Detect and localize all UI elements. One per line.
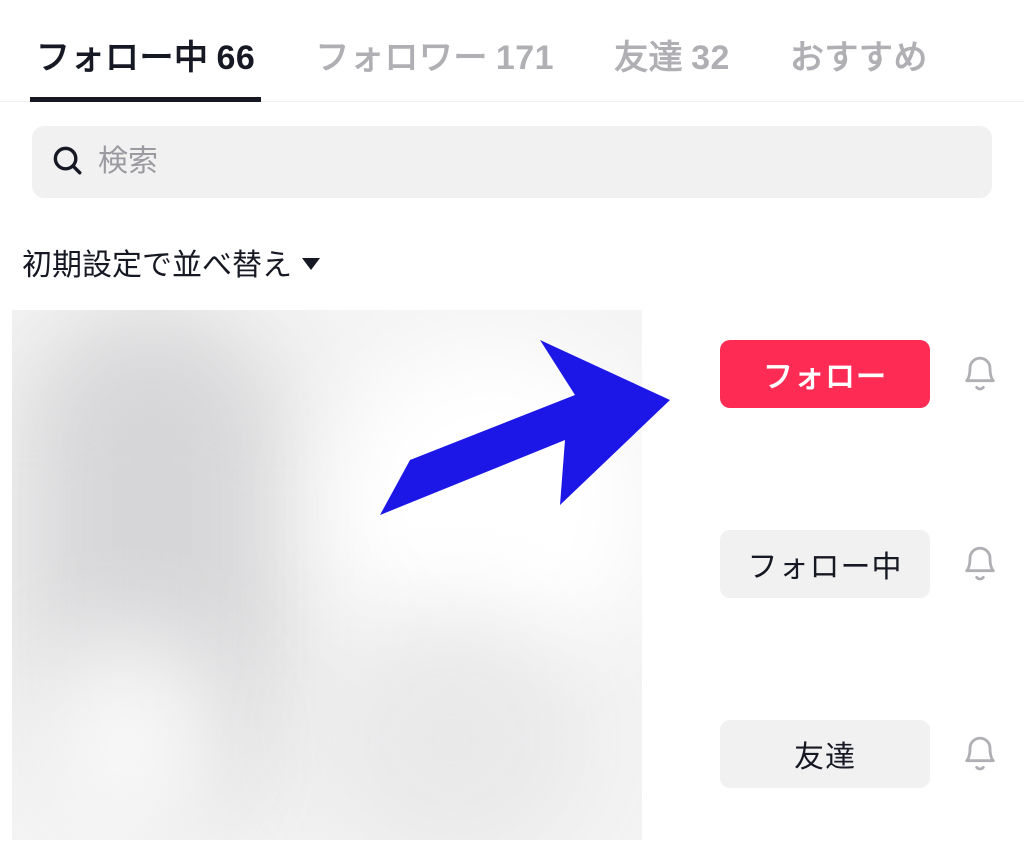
search-input[interactable] — [98, 145, 974, 179]
list-item: フォロー中 — [672, 530, 1000, 598]
tab-suggested[interactable]: おすすめ — [784, 0, 934, 101]
friends-button[interactable]: 友達 — [720, 720, 930, 788]
tab-following[interactable]: フォロー中66 — [30, 0, 261, 101]
tab-followers-count: 171 — [488, 39, 554, 77]
follow-button-label: フォロー — [763, 352, 887, 396]
tab-suggested-label: おすすめ — [790, 39, 928, 77]
tab-friends[interactable]: 友達32 — [608, 0, 736, 101]
list-item: フォロー — [672, 340, 1000, 408]
bell-icon[interactable] — [960, 544, 1000, 584]
blurred-user-list — [12, 310, 642, 840]
list-item: 友達 — [672, 720, 1000, 788]
tab-following-label: フォロー中 — [36, 39, 209, 77]
search-wrap — [0, 102, 1024, 198]
search-icon — [50, 143, 84, 182]
tab-friends-count: 32 — [683, 39, 730, 77]
friends-button-label: 友達 — [794, 732, 856, 776]
following-button-label: フォロー中 — [748, 542, 903, 586]
action-column: フォロー フォロー中 友達 — [672, 340, 1000, 788]
chevron-down-icon — [302, 258, 320, 270]
sort-label: 初期設定で並べ替え — [22, 240, 292, 284]
tab-followers-label: フォロワー — [315, 39, 488, 77]
search-bar[interactable] — [32, 126, 992, 198]
follow-button[interactable]: フォロー — [720, 340, 930, 408]
bell-icon[interactable] — [960, 354, 1000, 394]
tab-followers[interactable]: フォロワー171 — [309, 0, 560, 101]
bell-icon[interactable] — [960, 734, 1000, 774]
tabs: フォロー中66 フォロワー171 友達32 おすすめ — [0, 0, 1024, 102]
following-button[interactable]: フォロー中 — [720, 530, 930, 598]
sort-dropdown[interactable]: 初期設定で並べ替え — [0, 198, 320, 298]
tab-following-count: 66 — [209, 39, 256, 77]
tab-friends-label: 友達 — [614, 39, 683, 77]
